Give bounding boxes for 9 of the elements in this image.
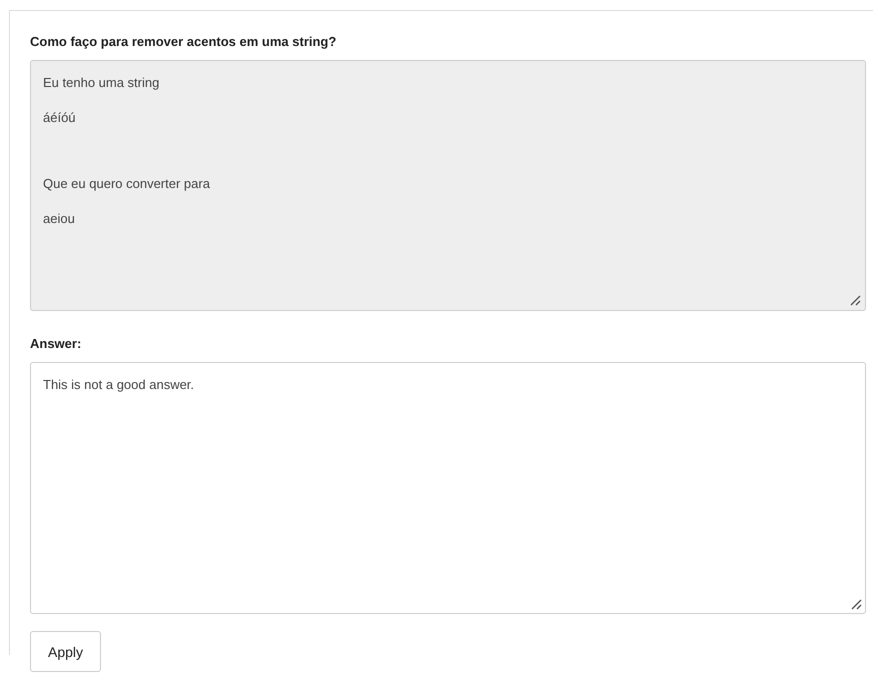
answer-label: Answer: xyxy=(30,336,82,351)
question-text: aeiou xyxy=(43,211,76,227)
apply-button[interactable]: Apply xyxy=(30,631,101,672)
resize-grip-icon[interactable] xyxy=(850,598,862,610)
question-text: áéíóú xyxy=(43,110,77,126)
question-text: Que eu quero converter para xyxy=(43,176,211,192)
answer-field[interactable]: This is not a good answer. xyxy=(30,362,866,614)
question-title: Como faço para remover acentos em uma string? xyxy=(30,34,338,49)
question-text: Eu tenho uma string xyxy=(43,75,160,91)
